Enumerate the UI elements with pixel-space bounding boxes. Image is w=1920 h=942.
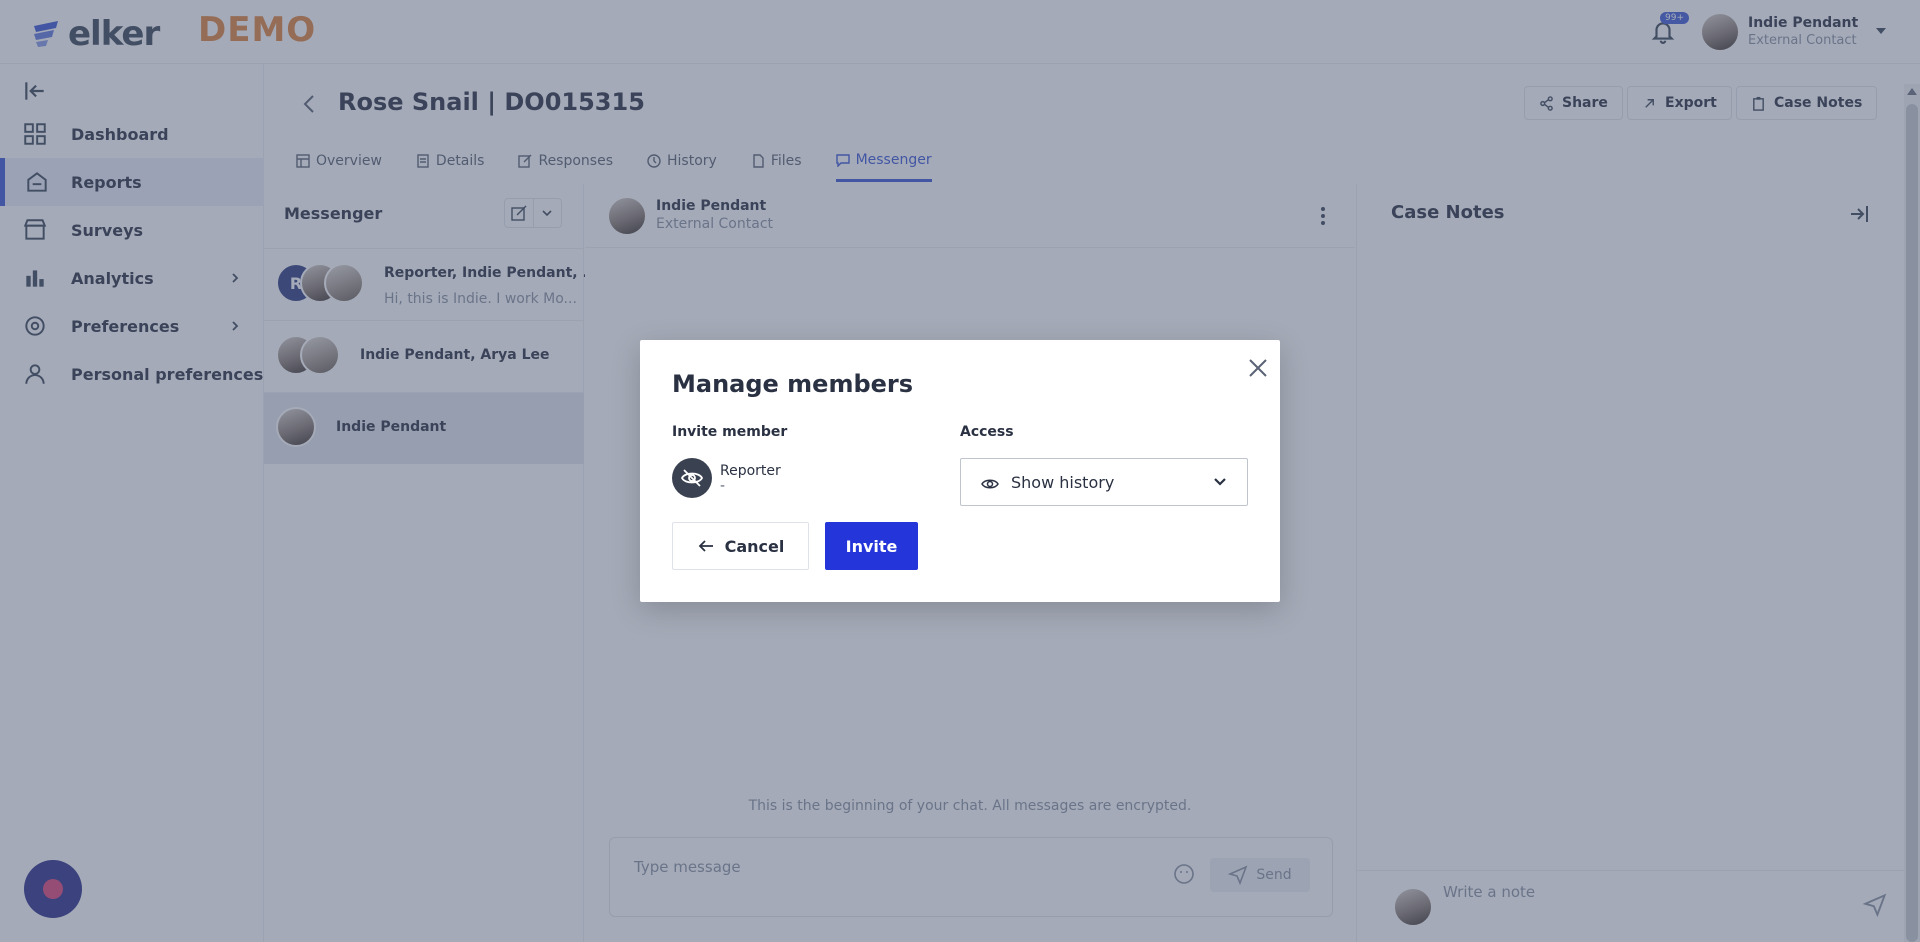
chevron-down-icon <box>1214 478 1226 486</box>
invite-button[interactable]: Invite <box>825 522 918 570</box>
close-icon[interactable] <box>1244 354 1272 382</box>
member-subtitle: - <box>720 478 726 494</box>
avatar <box>672 458 712 498</box>
member-name: Reporter <box>720 463 781 479</box>
invite-member-label: Invite member <box>672 424 788 440</box>
arrow-left-icon <box>698 540 713 552</box>
invite-member-item: Reporter - <box>672 458 781 498</box>
access-select-value: Show history <box>1011 473 1115 492</box>
dialog-title: Manage members <box>672 370 914 398</box>
invite-label: Invite <box>845 536 898 556</box>
cancel-label: Cancel <box>724 536 785 556</box>
eye-icon <box>981 479 999 489</box>
cancel-button[interactable]: Cancel <box>672 522 809 570</box>
eye-off-icon <box>680 469 704 487</box>
access-select[interactable]: Show history <box>960 458 1248 506</box>
manage-members-dialog: Manage members Invite member Access Repo… <box>640 340 1280 602</box>
access-label: Access <box>960 424 1014 440</box>
